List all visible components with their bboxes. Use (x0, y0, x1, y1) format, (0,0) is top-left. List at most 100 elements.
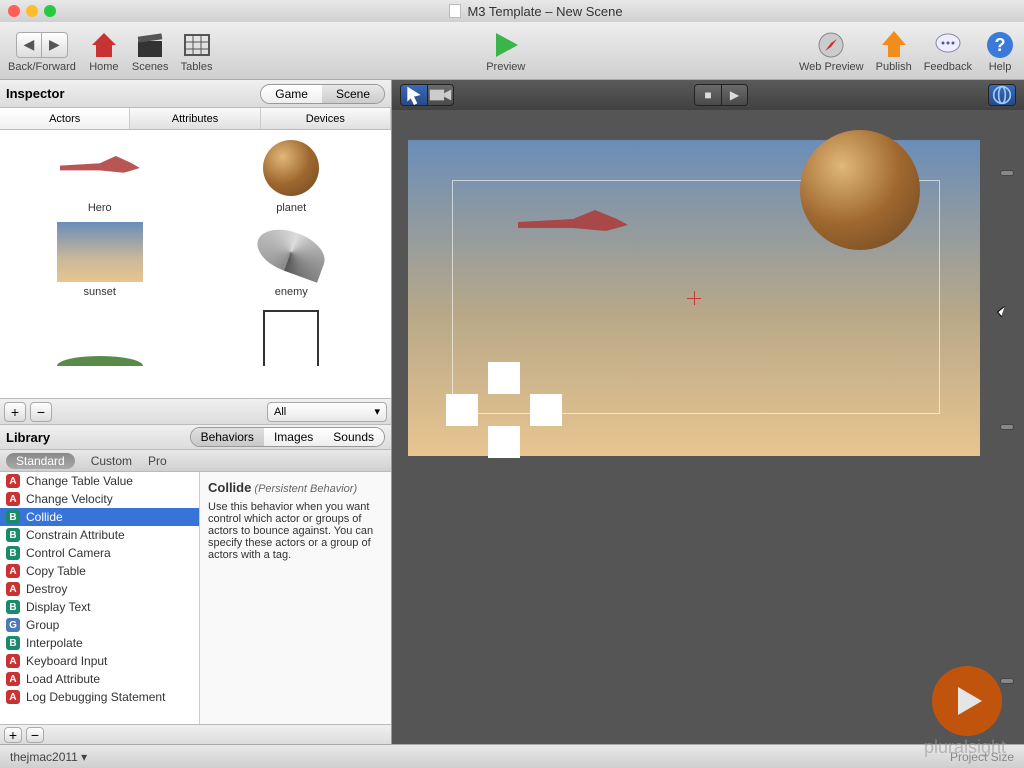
behavior-name: Log Debugging Statement (26, 690, 165, 704)
globe-button[interactable] (989, 85, 1015, 105)
ruler-handle[interactable] (1000, 170, 1014, 176)
sunset-thumbnail (57, 222, 143, 282)
behavior-badge-icon: B (6, 546, 20, 560)
behavior-item[interactable]: AChange Velocity (0, 490, 199, 508)
chat-bubble-icon (932, 29, 964, 61)
camera-tool-button[interactable] (427, 85, 453, 105)
inspector-mode-segmented[interactable]: Game Scene (260, 84, 385, 104)
stage-vertical-ruler[interactable] (1000, 170, 1016, 684)
behavior-item[interactable]: ALog Debugging Statement (0, 688, 199, 706)
behavior-item[interactable]: ALoad Attribute (0, 670, 199, 688)
actor-item-enemy[interactable]: enemy (200, 222, 384, 298)
behavior-badge-icon: A (6, 582, 20, 596)
publish-button[interactable]: Publish (876, 29, 912, 73)
close-window-button[interactable] (8, 5, 20, 17)
scene-canvas[interactable] (392, 110, 1024, 744)
actors-list[interactable]: Hero planet sunset enemy (0, 130, 391, 398)
behavior-name: Control Camera (26, 546, 111, 560)
stage-actor-button-up[interactable] (488, 362, 520, 394)
scene-toolbar: ■ ▶ (392, 80, 1024, 110)
lib-type-custom[interactable]: Custom (91, 454, 132, 468)
seg-scene[interactable]: Scene (322, 85, 384, 103)
play-button[interactable]: ▶ (721, 85, 747, 105)
behavior-name: Change Velocity (26, 492, 113, 506)
left-panel: Inspector Game Scene Actors Attributes D… (0, 80, 392, 744)
maximize-window-button[interactable] (44, 5, 56, 17)
library-section-segmented[interactable]: Behaviors Images Sounds (190, 427, 385, 447)
lib-type-pro[interactable]: Pro (148, 454, 167, 468)
add-behavior-button[interactable]: + (4, 727, 22, 743)
behavior-badge-icon: A (6, 654, 20, 668)
planet-thumbnail (263, 140, 319, 196)
behavior-name: Load Attribute (26, 672, 100, 686)
feedback-button[interactable]: Feedback (924, 29, 972, 73)
library-title: Library (6, 430, 50, 445)
lib-type-standard[interactable]: Standard (6, 453, 75, 469)
help-icon: ? (984, 29, 1016, 61)
ruler-handle[interactable] (1000, 678, 1014, 684)
stage-actor-button-down[interactable] (488, 426, 520, 458)
behavior-item[interactable]: B Control Camera (0, 544, 199, 562)
actor-item-grass[interactable] (8, 306, 192, 366)
behavior-item[interactable]: ACopy Table (0, 562, 199, 580)
seg-game[interactable]: Game (261, 85, 322, 103)
hero-thumbnail (60, 156, 140, 180)
actor-item-planet[interactable]: planet (200, 138, 384, 214)
behavior-item[interactable]: BInterpolate (0, 634, 199, 652)
behavior-item[interactable]: BDisplay Text (0, 598, 199, 616)
behavior-item[interactable]: AChange Table Value (0, 472, 199, 490)
help-button[interactable]: ? Help (984, 29, 1016, 73)
feedback-label: Feedback (924, 61, 972, 73)
seg-behaviors[interactable]: Behaviors (191, 428, 264, 446)
back-forward-buttons[interactable]: ◀▶ Back/Forward (8, 29, 76, 73)
forward-icon[interactable]: ▶ (42, 32, 68, 58)
actor-filter-dropdown[interactable]: All ▾ (267, 402, 387, 422)
behavior-item[interactable]: A Destroy (0, 580, 199, 598)
home-label: Home (89, 61, 118, 73)
stage-actor-button-left[interactable] (446, 394, 478, 426)
home-button[interactable]: Home (88, 29, 120, 73)
actor-item-box[interactable] (200, 306, 384, 366)
status-bar: thejmac2011 ▾ Project Size (0, 744, 1024, 768)
behavior-badge-icon: B (6, 528, 20, 542)
scenes-button[interactable]: Scenes (132, 29, 169, 73)
behavior-badge-icon: G (6, 618, 20, 632)
behavior-name: Destroy (26, 582, 67, 596)
actor-label: enemy (275, 286, 308, 298)
behavior-item[interactable]: AKeyboard Input (0, 652, 199, 670)
preview-button[interactable]: Preview (486, 29, 525, 73)
behavior-badge-icon: B (6, 510, 20, 524)
window-title: M3 Template – New Scene (467, 4, 622, 19)
stage-actor-planet[interactable] (800, 130, 920, 250)
tab-actors[interactable]: Actors (0, 108, 130, 129)
ruler-handle[interactable] (1000, 424, 1014, 430)
web-preview-button[interactable]: Web Preview (799, 29, 864, 73)
behavior-item[interactable]: BConstrain Attribute (0, 526, 199, 544)
pointer-tool-button[interactable] (401, 85, 427, 105)
enemy-thumbnail (252, 221, 331, 283)
filter-value: All (274, 406, 286, 418)
stage-actor-button-right[interactable] (530, 394, 562, 426)
actor-item-sunset[interactable]: sunset (8, 222, 192, 298)
remove-actor-button[interactable]: − (30, 402, 52, 422)
stop-button[interactable]: ■ (695, 85, 721, 105)
tab-attributes[interactable]: Attributes (130, 108, 260, 129)
add-actor-button[interactable]: + (4, 402, 26, 422)
actor-item-hero[interactable]: Hero (8, 138, 192, 214)
behavior-item[interactable]: BCollide (0, 508, 199, 526)
chevron-down-icon: ▾ (374, 405, 380, 418)
back-icon[interactable]: ◀ (16, 32, 42, 58)
tab-devices[interactable]: Devices (261, 108, 391, 129)
remove-behavior-button[interactable]: − (26, 727, 44, 743)
behavior-item[interactable]: GGroup (0, 616, 199, 634)
tables-button[interactable]: Tables (181, 29, 213, 73)
video-play-overlay[interactable] (932, 666, 1002, 736)
seg-images[interactable]: Images (264, 428, 323, 446)
seg-sounds[interactable]: Sounds (323, 428, 384, 446)
minimize-window-button[interactable] (26, 5, 38, 17)
user-menu[interactable]: thejmac2011 ▾ (10, 750, 87, 764)
behavior-desc-title: Collide (208, 480, 251, 495)
scene-stage[interactable] (408, 140, 980, 456)
behavior-list[interactable]: AChange Table ValueAChange VelocityBColl… (0, 472, 200, 724)
behavior-name: Interpolate (26, 636, 83, 650)
